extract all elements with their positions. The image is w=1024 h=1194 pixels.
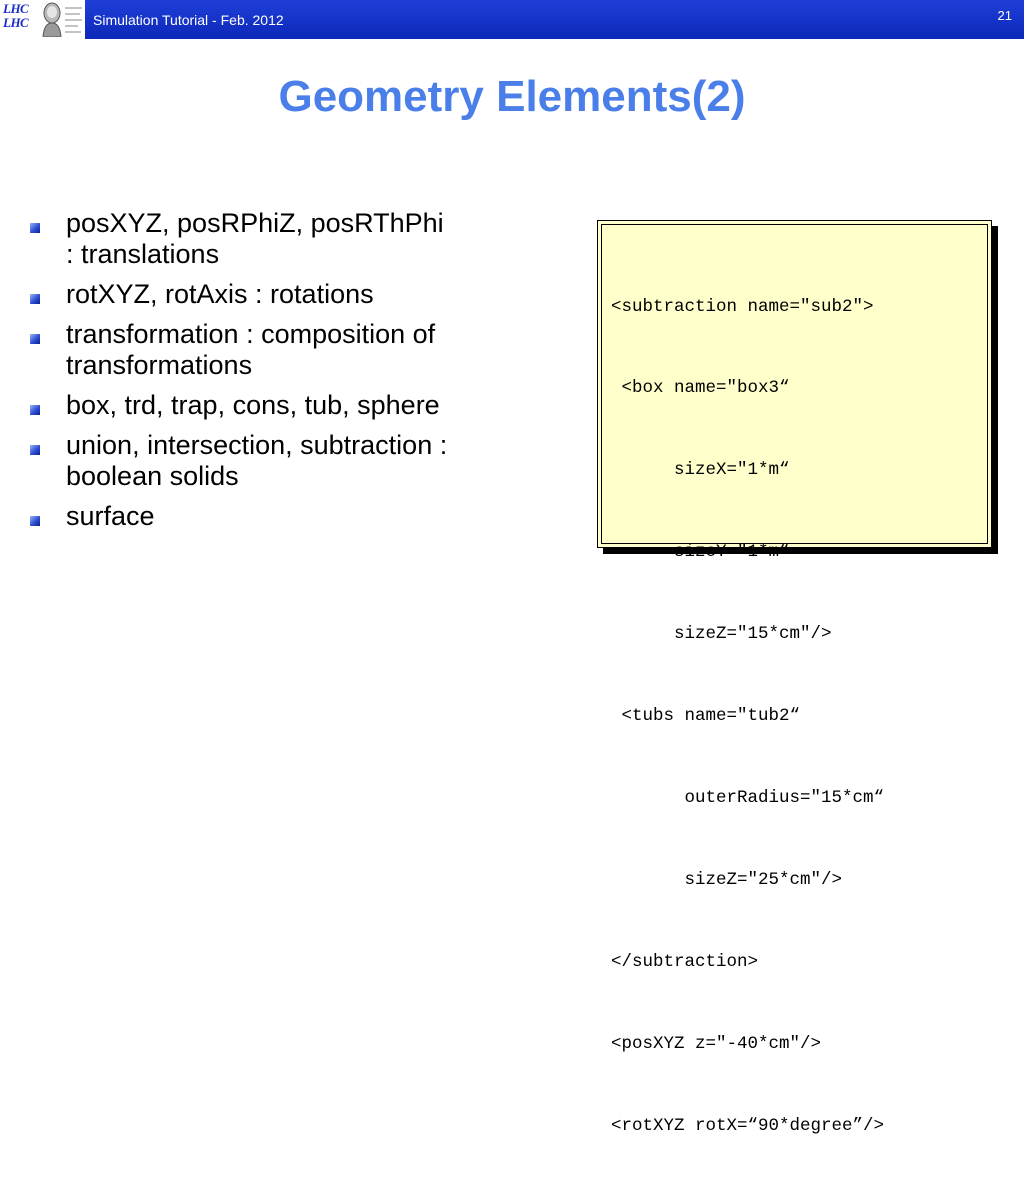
bullet-square-icon (30, 294, 40, 304)
bullet-line: surface (66, 501, 155, 531)
portrait-icon (42, 2, 62, 37)
bullet-item: posXYZ, posRPhiZ, posRThPhi : translatio… (30, 208, 560, 270)
lhc-logo-text: LHC LHC (3, 1, 29, 30)
code-line: <box name="box3“ (611, 378, 790, 399)
code-line: sizeX="1*m“ (611, 460, 790, 481)
bullet-square-icon (30, 445, 40, 455)
code-line: sizeZ="25*cm"/> (611, 869, 843, 890)
bullet-square-icon (30, 334, 40, 344)
code-box: <subtraction name="sub2"> <box name="box… (597, 220, 992, 1136)
header-bar: LHC LHC Simulation Tutorial - Feb. 2012 … (0, 0, 1024, 39)
slide-title: Geometry Elements(2) (278, 72, 746, 121)
code-line: <rotXYZ rotX=“90*degree”/> (611, 1115, 885, 1136)
code-line: outerRadius="15*cm“ (611, 787, 885, 808)
logo-scribble-icon (65, 7, 82, 33)
page-number: 21 (997, 8, 1012, 23)
code-line: <tubs name="tub2“ (611, 706, 801, 727)
code-line: sizeY="1*m“ (611, 542, 790, 563)
bullet-line: transformation : composition of (66, 319, 436, 349)
bullet-line: union, intersection, subtraction : (66, 430, 448, 460)
header-title: Simulation Tutorial - Feb. 2012 (93, 12, 284, 28)
bullet-item: box, trd, trap, cons, tub, sphere (30, 390, 560, 421)
code-line: </subtraction> (611, 951, 759, 972)
bullet-line: posXYZ, posRPhiZ, posRThPhi (66, 208, 444, 238)
bullet-square-icon (30, 223, 40, 233)
bullet-item: transformation : composition of transfor… (30, 319, 560, 381)
bullet-line: rotXYZ, rotAxis : rotations (66, 279, 374, 309)
bullet-item: surface (30, 501, 560, 532)
bullet-item: rotXYZ, rotAxis : rotations (30, 279, 560, 310)
bullet-line: boolean solids (66, 461, 239, 491)
bullet-line: : translations (66, 239, 220, 269)
bullet-line: transformations (66, 350, 253, 380)
code-line: sizeZ="15*cm"/> (611, 624, 832, 645)
code-block: <subtraction name="sub2"> <box name="box… (611, 239, 884, 1194)
bullet-line: box, trd, trap, cons, tub, sphere (66, 390, 440, 420)
bullet-list: posXYZ, posRPhiZ, posRThPhi : translatio… (30, 208, 560, 541)
lhc-logo: LHC LHC (0, 0, 85, 39)
bullet-square-icon (30, 516, 40, 526)
code-line: <posXYZ z="-40*cm"/> (611, 1033, 822, 1054)
bullet-item: union, intersection, subtraction : boole… (30, 430, 560, 492)
code-line: <subtraction name="sub2"> (611, 296, 874, 317)
bullet-square-icon (30, 405, 40, 415)
